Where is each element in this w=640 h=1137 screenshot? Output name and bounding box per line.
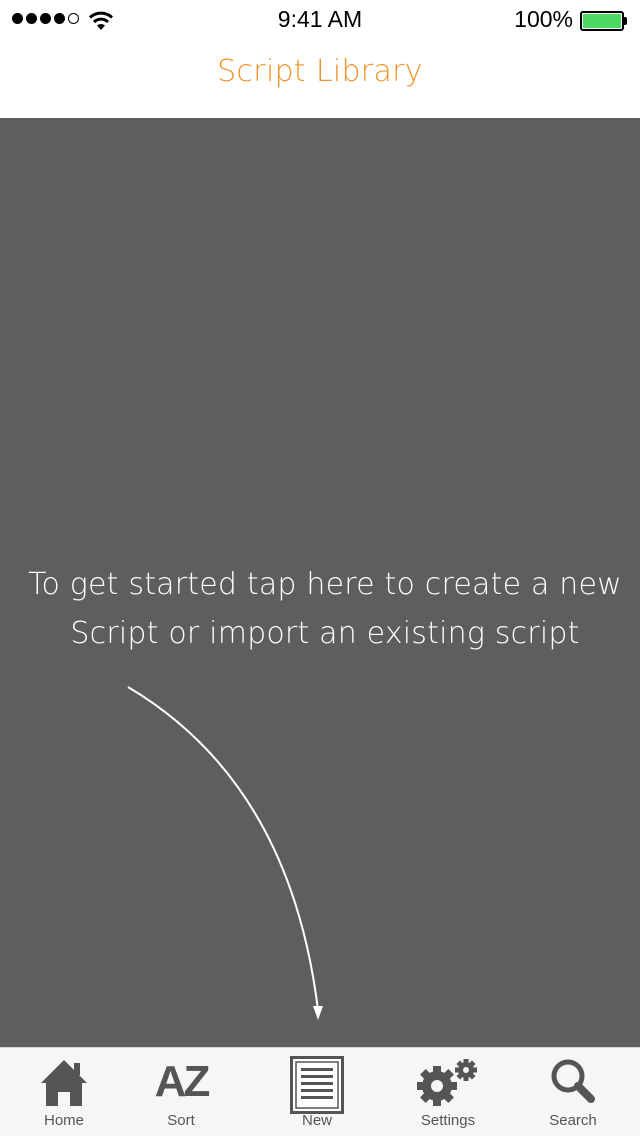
tab-home-label: Home xyxy=(43,1112,84,1129)
tab-settings[interactable]: Settings xyxy=(384,1048,512,1137)
tab-sort[interactable]: AZ Sort xyxy=(117,1048,245,1137)
search-icon xyxy=(551,1059,595,1103)
tab-new-label: New xyxy=(301,1112,332,1129)
new-document-icon xyxy=(290,1056,344,1114)
tab-search[interactable]: Search xyxy=(509,1048,637,1137)
tab-home[interactable]: Home xyxy=(0,1048,128,1137)
home-icon xyxy=(41,1060,87,1106)
navigation-bar: Script Library xyxy=(0,40,640,118)
tab-bar: Home AZ Sort New Settings Search xyxy=(0,1047,640,1136)
battery-icon xyxy=(580,11,628,31)
page-title: Script Library xyxy=(217,54,423,89)
az-sort-icon: AZ xyxy=(154,1057,211,1106)
hint-arrow-icon xyxy=(127,686,323,1020)
tab-search-label: Search xyxy=(549,1112,597,1129)
gears-icon xyxy=(417,1059,477,1106)
tab-settings-label: Settings xyxy=(420,1112,476,1129)
tab-sort-label: Sort xyxy=(167,1112,195,1129)
tab-new[interactable]: New xyxy=(253,1048,381,1137)
script-list-empty-state: To get started tap here to create a new … xyxy=(0,118,640,1047)
battery-percentage: 100% xyxy=(514,6,573,32)
status-bar: 9:41 AM 100% xyxy=(0,0,640,40)
